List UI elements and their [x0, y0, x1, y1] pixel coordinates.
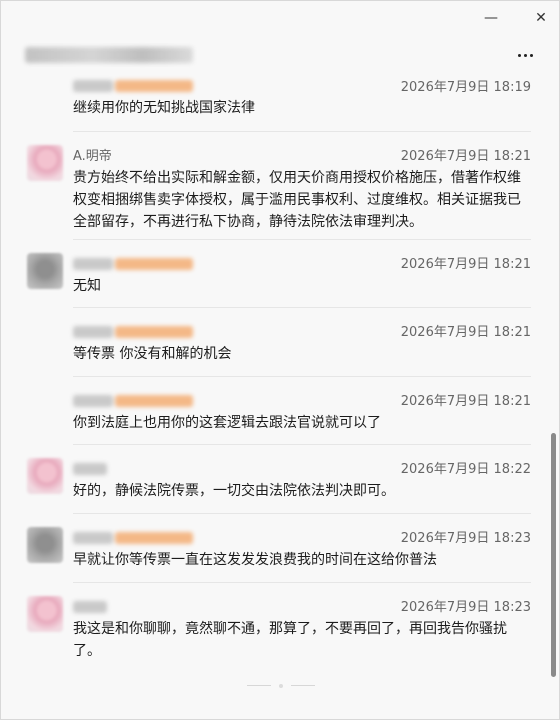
sender-name-blurred: [73, 323, 193, 338]
message-item: 2026年7月9日 18:21 等传票 你没有和解的机会: [1, 307, 559, 376]
chat-title-blurred: [25, 47, 193, 63]
message-list[interactable]: 2026年7月9日 18:19 继续用你的无知挑战国家法律 A.明帝 2026年…: [1, 73, 559, 719]
avatar[interactable]: [27, 145, 63, 181]
minimize-button[interactable]: —: [477, 7, 505, 29]
message-time: 2026年7月9日 18:21: [400, 149, 531, 164]
sender-name: A.明帝: [73, 149, 112, 164]
sender-name-blurred: [73, 529, 193, 544]
scrollbar-thumb[interactable]: [551, 433, 556, 677]
message-item: 2026年7月9日 18:21 无知: [1, 239, 559, 307]
avatar[interactable]: [27, 253, 63, 289]
title-bar: — ✕: [1, 1, 559, 35]
avatar[interactable]: [27, 596, 63, 632]
message-item: 2026年7月9日 18:22 好的，静候法院传票，一切交由法院依法判决即可。: [1, 444, 559, 513]
message-item: 2026年7月9日 18:19 继续用你的无知挑战国家法律: [1, 73, 559, 131]
message-time: 2026年7月9日 18:23: [400, 600, 531, 615]
sender-name-blurred: [73, 598, 107, 613]
sender-name-blurred: [73, 460, 107, 475]
message-time: 2026年7月9日 18:21: [400, 325, 531, 340]
more-icon: [517, 53, 533, 57]
message-text[interactable]: 我这是和你聊聊，竟然聊不通，那算了，不要再回了，再回我告你骚扰了。: [73, 618, 533, 662]
message-text[interactable]: 贵方始终不给出实际和解金额，仅用天价商用授权价格施压，借著作权维权变相捆绑售卖字…: [73, 167, 533, 233]
message-item: 2026年7月9日 18:23 我这是和你聊聊，竟然聊不通，那算了，不要再回了，…: [1, 582, 559, 659]
chat-header: [1, 39, 559, 73]
list-end-indicator: [247, 684, 315, 688]
message-text[interactable]: 你到法庭上也用你的这套逻辑去跟法官说就可以了: [73, 412, 533, 434]
more-button[interactable]: [511, 43, 539, 67]
sender-name-blurred: [73, 392, 193, 407]
message-text[interactable]: 好的，静候法院传票，一切交由法院依法判决即可。: [73, 480, 533, 502]
message-time: 2026年7月9日 18:22: [400, 462, 531, 477]
sender-name-blurred: [73, 255, 193, 270]
avatar[interactable]: [27, 527, 63, 563]
avatar[interactable]: [27, 458, 63, 494]
message-text[interactable]: 早就让你等传票一直在这发发发浪费我的时间在这给你普法: [73, 549, 533, 571]
message-time: 2026年7月9日 18:21: [400, 257, 531, 272]
close-icon: ✕: [535, 10, 547, 26]
message-text[interactable]: 等传票 你没有和解的机会: [73, 343, 533, 365]
sender-name-blurred: [73, 77, 193, 92]
message-text[interactable]: 继续用你的无知挑战国家法律: [73, 97, 533, 119]
message-item: A.明帝 2026年7月9日 18:21 贵方始终不给出实际和解金额，仅用天价商…: [1, 131, 559, 239]
message-item: 2026年7月9日 18:21 你到法庭上也用你的这套逻辑去跟法官说就可以了: [1, 376, 559, 444]
message-time: 2026年7月9日 18:21: [400, 394, 531, 409]
message-time: 2026年7月9日 18:23: [400, 531, 531, 546]
minimize-icon: —: [484, 10, 498, 26]
chat-window: — ✕ 2026年7月9日 18:19 继续用你的无知挑战国家法律 A.明帝 2…: [0, 0, 560, 720]
message-item: 2026年7月9日 18:23 早就让你等传票一直在这发发发浪费我的时间在这给你…: [1, 513, 559, 582]
message-time: 2026年7月9日 18:19: [400, 80, 531, 95]
message-text[interactable]: 无知: [73, 275, 533, 297]
close-button[interactable]: ✕: [527, 7, 555, 29]
